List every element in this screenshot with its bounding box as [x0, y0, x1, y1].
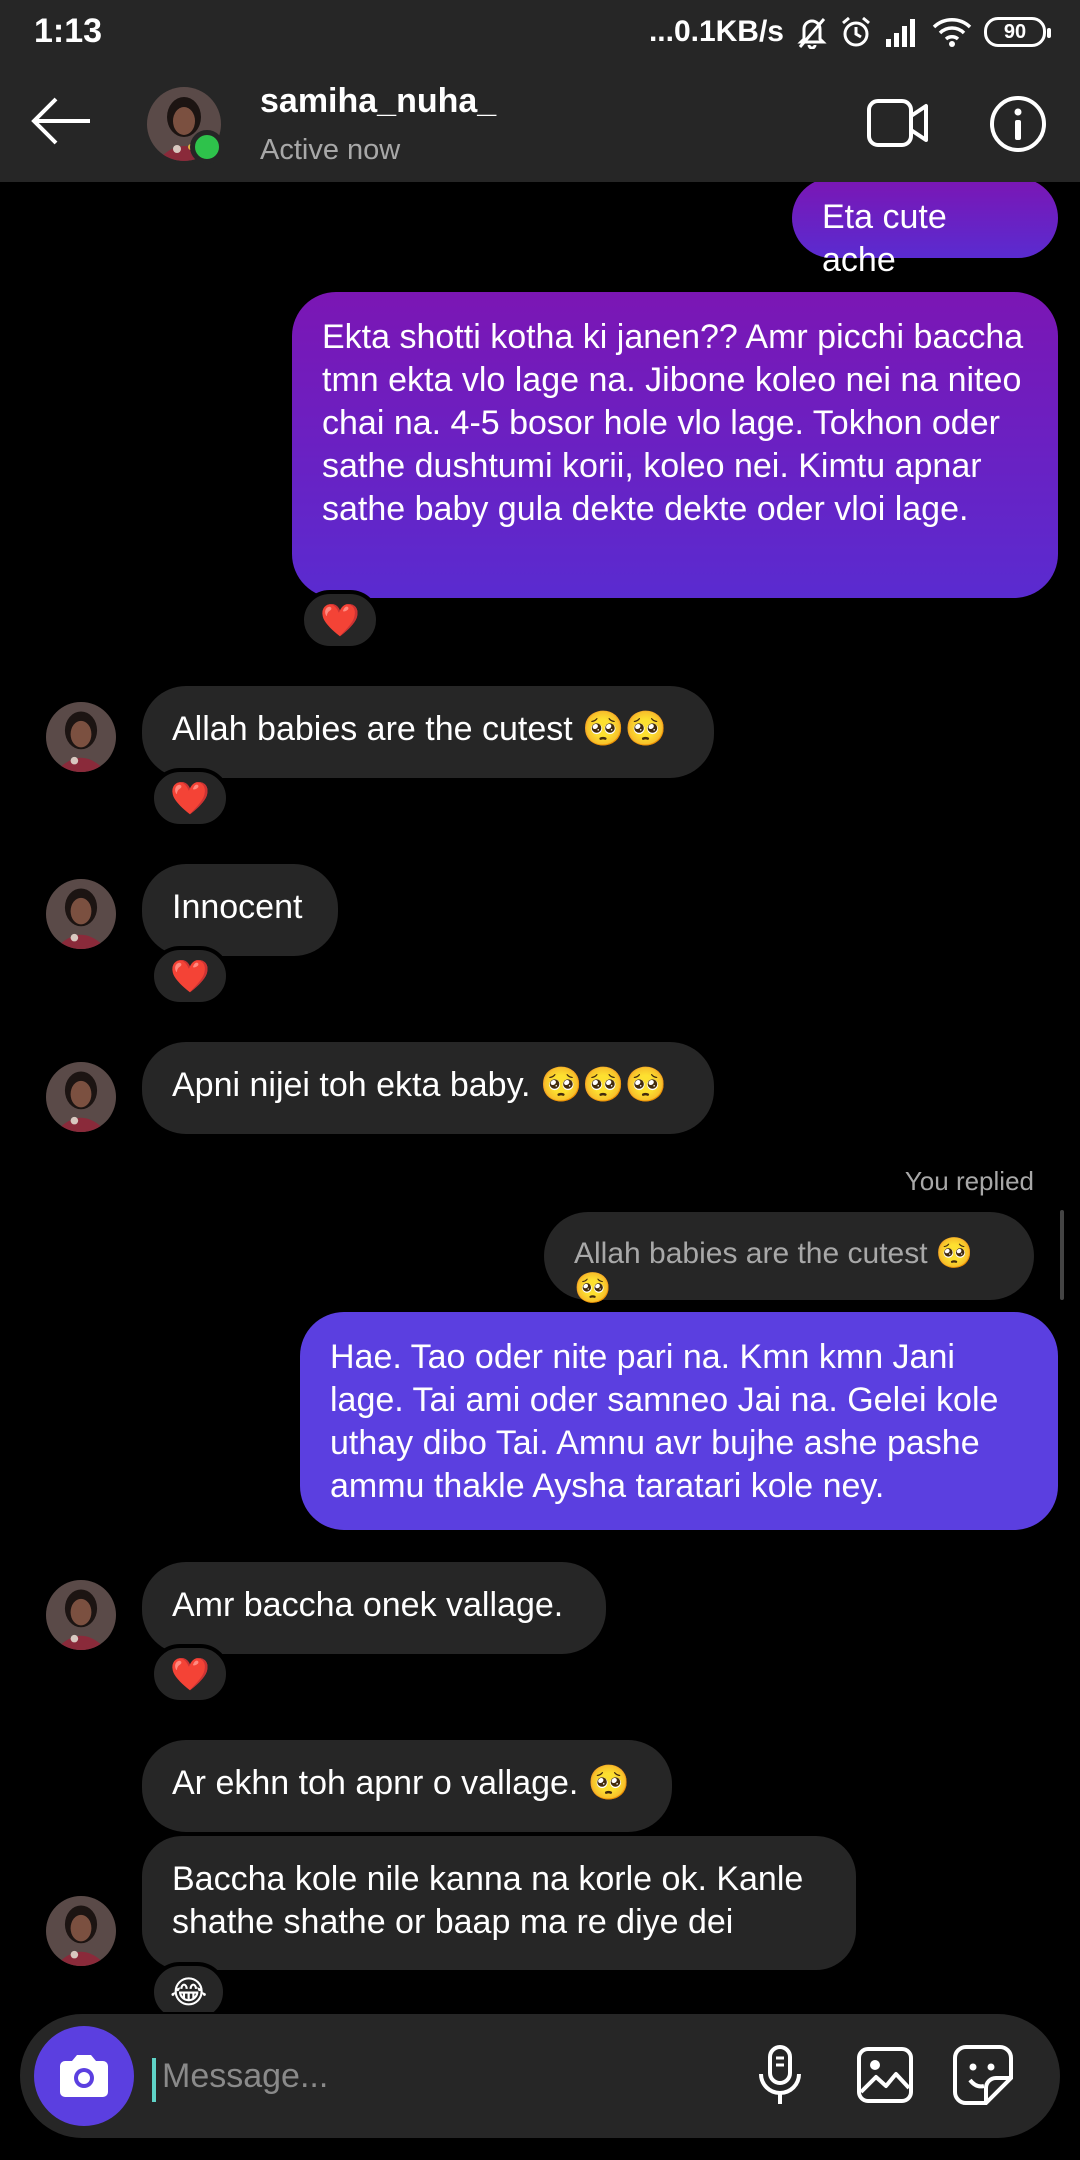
incoming-message[interactable]: Baccha kole nile kanna na korle ok. Kanl…	[142, 1836, 856, 1970]
message-text: Baccha kole nile kanna na korle ok. Kanl…	[172, 1860, 804, 1941]
outgoing-message[interactable]: Eta cute ache	[792, 182, 1058, 279]
message-reaction[interactable]: ❤️	[150, 946, 230, 1006]
contact-name[interactable]: samiha_nuha_	[260, 82, 496, 121]
message-reaction[interactable]: 😂	[150, 1962, 228, 2012]
sender-avatar[interactable]	[46, 1896, 116, 1966]
back-arrow-icon[interactable]	[30, 97, 92, 145]
message-input[interactable]	[162, 2048, 722, 2104]
reaction-emoji: ❤️	[170, 958, 210, 994]
battery-icon: 90	[984, 17, 1051, 47]
outgoing-message[interactable]: Hae. Tao oder nite pari na. Kmn kmn Jani…	[300, 1312, 1058, 1530]
sender-avatar[interactable]	[46, 879, 116, 949]
sender-avatar[interactable]	[46, 702, 116, 772]
message-text: Apni nijei toh ekta baby. 🥺🥺🥺	[172, 1066, 667, 1104]
quoted-text: Allah babies are the cutest 🥺🥺	[574, 1237, 974, 1305]
camera-button[interactable]	[34, 2026, 134, 2126]
signal-icon	[886, 19, 915, 47]
message-text: Innocent	[172, 888, 303, 926]
mute-bell-icon	[797, 18, 827, 49]
message-thread[interactable]: Eta cute ache Ekta shotti kotha ki janen…	[0, 182, 1080, 2012]
reaction-emoji: 😂	[170, 1974, 208, 2010]
incoming-message[interactable]: Ar ekhn toh apnr o vallage. 🥺	[142, 1740, 672, 1832]
info-icon[interactable]	[988, 94, 1048, 154]
gallery-icon[interactable]	[856, 2046, 914, 2104]
sticker-icon[interactable]	[952, 2044, 1014, 2106]
message-text: Eta cute ache	[822, 198, 947, 279]
status-time: 1:13	[34, 12, 103, 50]
incoming-message[interactable]: Allah babies are the cutest 🥺🥺	[142, 686, 714, 778]
message-reaction[interactable]: ❤️	[150, 768, 230, 828]
reply-thread-line	[1060, 1210, 1064, 1300]
message-reaction[interactable]: ❤️	[150, 1644, 230, 1704]
video-call-icon[interactable]	[866, 98, 930, 148]
you-replied-label: You replied	[904, 1166, 1034, 1196]
incoming-message[interactable]: Amr baccha onek vallage.	[142, 1562, 606, 1654]
sender-avatar[interactable]	[46, 1062, 116, 1132]
chat-header: samiha_nuha_ Active now	[0, 60, 1080, 182]
camera-icon	[60, 2055, 108, 2097]
incoming-message[interactable]: Apni nijei toh ekta baby. 🥺🥺🥺	[142, 1042, 714, 1134]
alarm-icon	[842, 16, 870, 47]
message-text: Allah babies are the cutest 🥺🥺	[172, 710, 667, 748]
microphone-icon[interactable]	[756, 2044, 804, 2108]
network-speed: ...0.1KB/s	[648, 15, 784, 48]
quoted-message[interactable]: Allah babies are the cutest 🥺🥺	[544, 1212, 1034, 1305]
contact-status: Active now	[260, 134, 401, 166]
reaction-emoji: ❤️	[170, 780, 210, 816]
battery-level: 90	[1003, 20, 1027, 43]
reaction-emoji: ❤️	[170, 1656, 210, 1692]
status-icons: ...0.1KB/s 90	[648, 12, 1051, 52]
sender-avatar[interactable]	[46, 1580, 116, 1650]
incoming-message[interactable]: Innocent	[142, 864, 338, 956]
online-indicator	[190, 130, 224, 164]
message-text: Amr baccha onek vallage.	[172, 1586, 564, 1624]
message-text: Ekta shotti kotha ki janen?? Amr picchi …	[322, 318, 1024, 528]
status-bar: 1:13 ...0.1KB/s 90	[0, 0, 1080, 60]
message-reaction[interactable]: ❤️	[300, 590, 380, 650]
outgoing-message[interactable]: Ekta shotti kotha ki janen?? Amr picchi …	[292, 292, 1058, 598]
message-text: Ar ekhn toh apnr o vallage. 🥺	[172, 1764, 631, 1802]
message-text: Hae. Tao oder nite pari na. Kmn kmn Jani…	[330, 1338, 999, 1505]
message-composer	[20, 2014, 1060, 2138]
wifi-icon	[932, 18, 972, 47]
reaction-emoji: ❤️	[320, 602, 360, 638]
text-cursor	[152, 2058, 156, 2102]
